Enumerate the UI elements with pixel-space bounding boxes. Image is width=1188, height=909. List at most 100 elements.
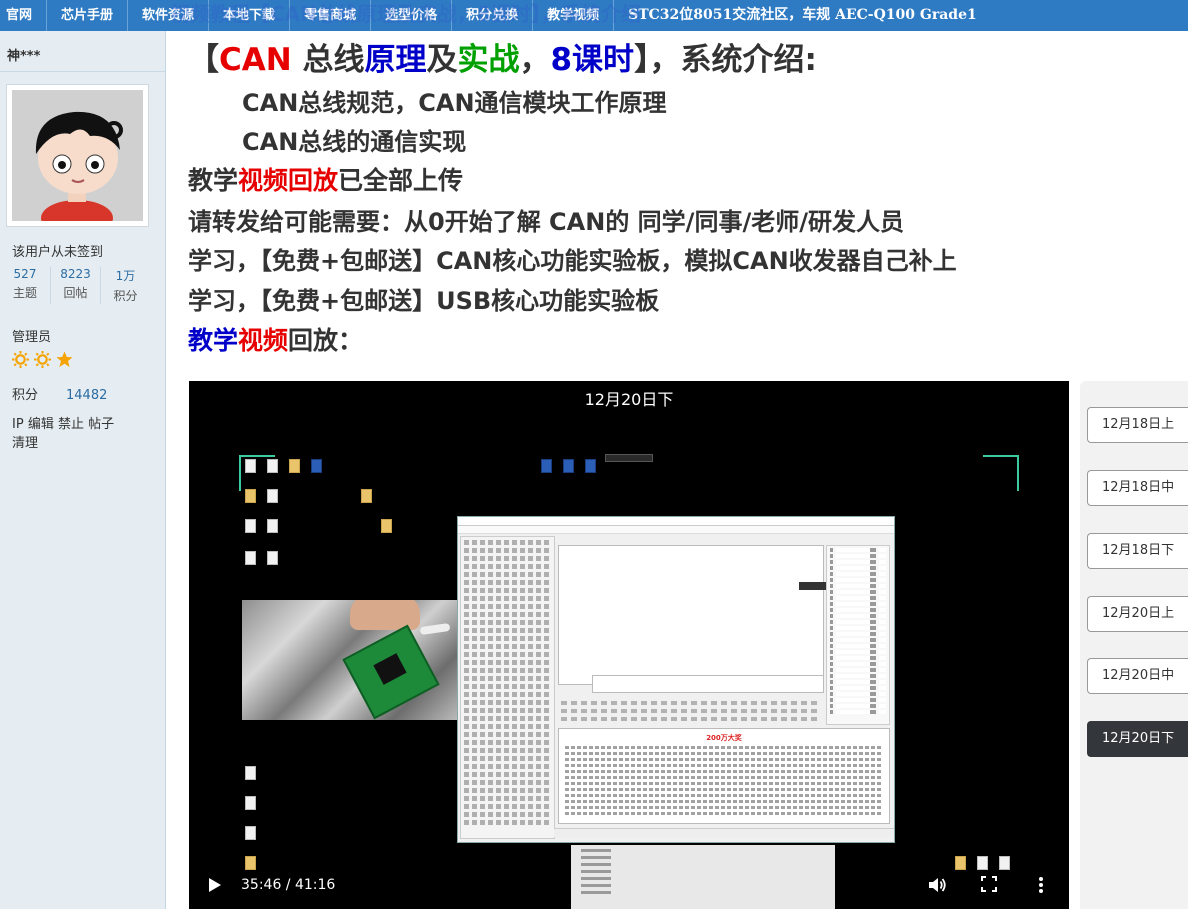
text-video: 视频 xyxy=(238,326,289,355)
heading-can: CAN xyxy=(219,42,292,78)
playlist-item-dec20-pm[interactable]: 12月20日下 xyxy=(1087,721,1188,757)
fullscreen-icon[interactable] xyxy=(981,876,997,892)
usb-cable xyxy=(419,622,451,636)
desktop-file-icon xyxy=(245,826,256,840)
desktop-file-icon xyxy=(245,459,256,473)
desktop-file-icon xyxy=(267,459,278,473)
desktop-folder-icon xyxy=(381,519,392,533)
nav-item-tutorial-videos[interactable]: 教学视频 xyxy=(533,0,615,31)
stat-points-label: 积分 xyxy=(113,289,138,303)
nav-item-pricing[interactable]: 选型价格 xyxy=(371,0,453,31)
isp-send-box xyxy=(592,675,824,693)
nav-item-community[interactable]: STC32位8051交流社区，车规 AEC-Q100 Grade1 xyxy=(614,0,991,31)
isp-right-pane xyxy=(826,545,890,725)
points-label: 积分 xyxy=(12,388,39,403)
desktop-doc-icon xyxy=(563,459,574,473)
isp-text-pane: 200万大奖 xyxy=(558,728,890,824)
rank-stars xyxy=(12,351,73,368)
heading-comma: ， xyxy=(519,42,551,78)
admin-ban-link[interactable]: 禁止 xyxy=(58,417,84,432)
desktop-folder-icon xyxy=(245,489,256,503)
post-line-impl: CAN总线的通信实现 xyxy=(242,128,467,156)
nav-item-chip-manual[interactable]: 芯片手册 xyxy=(47,0,129,31)
bracket-open: 【 xyxy=(188,42,219,78)
post-heading: 【CAN 总线原理及实战，8课时】，系统介绍: xyxy=(188,34,817,79)
nav-item-points-exchange[interactable]: 积分兑换 xyxy=(452,0,534,31)
admin-posts-link[interactable]: 帖子 xyxy=(88,417,114,432)
post-line-spec: CAN总线规范，CAN通信模块工作原理 xyxy=(242,89,667,117)
desktop-folder-icon xyxy=(361,489,372,503)
isp-status-tray xyxy=(554,828,894,837)
avatar[interactable] xyxy=(6,84,149,227)
admin-edit-link[interactable]: 编辑 xyxy=(28,417,54,432)
video-title: 12月20日下 xyxy=(584,390,674,409)
avatar-image xyxy=(12,90,143,221)
stat-replies-label: 回帖 xyxy=(63,286,88,300)
heading-and: 及 xyxy=(426,42,458,78)
stat-replies-value[interactable]: 8223 xyxy=(51,267,100,281)
nav-item-software[interactable]: 软件资源 xyxy=(128,0,210,31)
desktop-file-icon xyxy=(245,766,256,780)
video-time: 35:46 / 41:16 xyxy=(241,877,336,893)
stat-topics-label: 主题 xyxy=(12,286,37,300)
playlist-item-dec18-pm[interactable]: 12月18日下 xyxy=(1087,533,1188,569)
text-uploaded: 已全部上传 xyxy=(338,166,464,195)
heading-practice: 实战 xyxy=(457,42,520,78)
stat-topics-value[interactable]: 527 xyxy=(0,267,50,281)
heading-bus: 总线 xyxy=(291,42,365,78)
desktop-file-icon xyxy=(245,796,256,810)
desktop-doc-icon xyxy=(311,459,322,473)
play-icon[interactable] xyxy=(209,878,221,892)
points-row: 积分 14482 xyxy=(12,384,107,403)
text-video-replay: 视频回放 xyxy=(238,166,339,195)
stat-topics: 527 主题 xyxy=(0,267,50,304)
post-line-uploaded: 教学视频回放已全部上传 xyxy=(188,161,463,197)
screen-recorder-bar xyxy=(605,454,653,462)
desktop-folder-icon xyxy=(289,459,300,473)
nav-item-retail-store[interactable]: 零售商城 xyxy=(290,0,372,31)
video-player[interactable]: 12月20日下 200万大奖 35:46 / 41:16 xyxy=(189,381,1069,909)
screen-heading: 200万大奖 xyxy=(706,734,742,742)
nav-item-official-site[interactable]: 官网 xyxy=(0,0,48,31)
desktop-file-icon xyxy=(245,519,256,533)
more-options-icon[interactable] xyxy=(1037,876,1045,894)
isp-controls xyxy=(558,697,824,725)
video-control-bar: 35:46 / 41:16 xyxy=(189,867,1069,909)
sun-icon xyxy=(12,351,29,368)
desktop-file-icon xyxy=(267,489,278,503)
text-teaching: 教学 xyxy=(188,166,239,195)
admin-clear-link[interactable]: 清理 xyxy=(12,436,38,451)
desktop-file-icon xyxy=(267,551,278,565)
stat-points: 1万 积分 xyxy=(100,267,150,304)
stat-points-value[interactable]: 1万 xyxy=(101,267,150,284)
admin-ip-link[interactable]: IP xyxy=(12,417,24,432)
author-stats: 527 主题 8223 回帖 1万 积分 xyxy=(0,267,166,304)
playlist-item-dec20-mid[interactable]: 12月20日中 xyxy=(1087,658,1188,694)
desktop-file-icon xyxy=(267,519,278,533)
heading-lessons: 8课时 xyxy=(550,42,635,78)
heading-principle: 原理 xyxy=(364,42,427,78)
post-line-replay: 教学视频回放： xyxy=(188,321,363,357)
playlist-item-dec18-am[interactable]: 12月18日上 xyxy=(1087,407,1188,443)
playlist-item-dec20-am[interactable]: 12月20日上 xyxy=(1087,596,1188,632)
author-username[interactable]: 神*** xyxy=(7,45,40,64)
divider xyxy=(0,71,166,72)
points-value: 14482 xyxy=(66,388,108,403)
text-teaching: 教学 xyxy=(188,326,239,355)
isp-left-pane xyxy=(460,536,555,839)
isp-menu-bar xyxy=(458,526,894,534)
webcam-photo xyxy=(242,600,459,720)
isp-receive-pane xyxy=(558,545,843,685)
stat-replies: 8223 回帖 xyxy=(50,267,100,304)
user-role[interactable]: 管理员 xyxy=(12,326,51,345)
screen-corner-marker xyxy=(983,455,1019,491)
desktop-file-icon xyxy=(245,551,256,565)
video-playlist: 12月18日上 12月18日中 12月18日下 12月20日上 12月20日中 … xyxy=(1080,381,1188,909)
admin-links: IP 编辑 禁止 帖子 清理 xyxy=(12,415,152,453)
nav-item-local-download[interactable]: 本地下载 xyxy=(209,0,291,31)
playlist-item-dec18-mid[interactable]: 12月18日中 xyxy=(1087,470,1188,506)
sun-icon xyxy=(34,351,51,368)
volume-icon[interactable] xyxy=(927,876,947,894)
heading-tail: 】，系统介绍: xyxy=(634,42,817,78)
post-line-can-board: 学习，【免费+包邮送】CAN核心功能实验板，模拟CAN收发器自己补上 xyxy=(188,247,957,275)
